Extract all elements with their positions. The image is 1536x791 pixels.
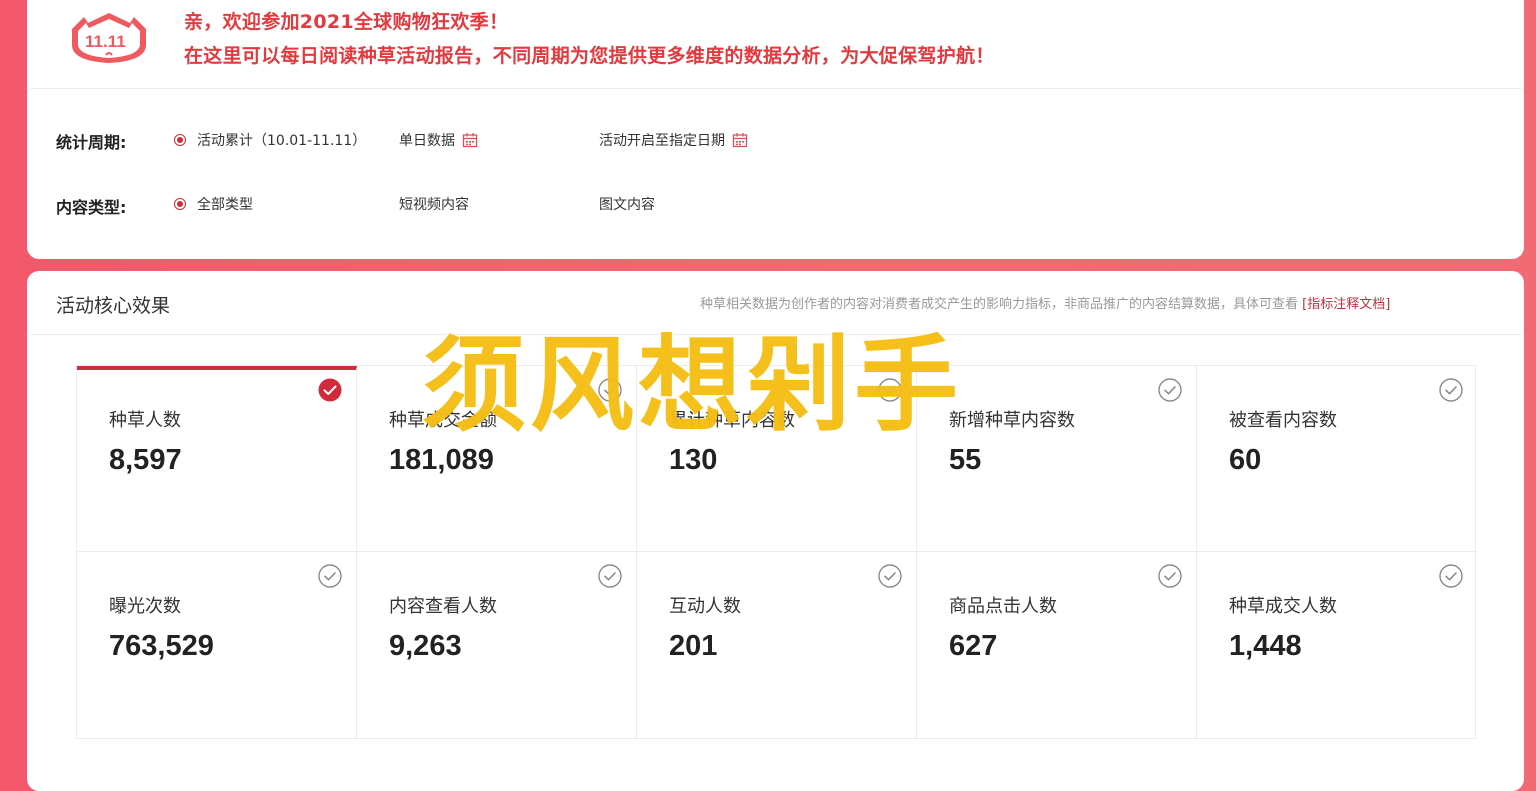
- check-circle-filled-icon[interactable]: [318, 378, 342, 402]
- welcome-subtitle: 在这里可以每日阅读种草活动报告，不同周期为您提供更多维度的数据分析，为大促保驾护…: [184, 45, 995, 67]
- calendar-icon[interactable]: [732, 132, 748, 148]
- metric-label: 互动人数: [669, 596, 741, 617]
- check-circle-icon[interactable]: [1158, 564, 1182, 588]
- content-type-option-video-label: 短视频内容: [399, 197, 469, 213]
- double-eleven-logo: 11.11: [72, 13, 146, 63]
- content-type-option-image-text[interactable]: 图文内容: [599, 194, 655, 214]
- welcome-title: 亲，欢迎参加2021全球购物狂欢季！: [184, 11, 509, 33]
- metric-value: 60: [1229, 444, 1262, 476]
- calendar-icon[interactable]: [462, 132, 478, 148]
- metric-value: 201: [669, 630, 718, 662]
- period-filter-label: 统计周期:: [56, 133, 127, 152]
- check-circle-icon[interactable]: [1439, 378, 1463, 402]
- watermark-text: 须风想剁手: [422, 324, 963, 446]
- metric-label: 被查看内容数: [1229, 410, 1337, 431]
- content-type-option-image-text-label: 图文内容: [599, 197, 655, 213]
- metric-card-seeding-buyers[interactable]: 种草成交人数 1,448: [1197, 552, 1477, 738]
- metric-docs-link[interactable]: [指标注释文档]: [1302, 297, 1390, 312]
- check-circle-icon[interactable]: [598, 564, 622, 588]
- period-option-custom-date[interactable]: 活动开启至指定日期: [599, 130, 748, 150]
- radio-selected[interactable]: [174, 198, 186, 210]
- period-option-daily-label: 单日数据: [399, 133, 455, 149]
- period-option-cumulative[interactable]: 活动累计（10.01-11.11）: [174, 130, 366, 150]
- metric-card-seeding-users[interactable]: 种草人数 8,597: [77, 366, 357, 552]
- content-type-option-video[interactable]: 短视频内容: [399, 194, 469, 214]
- content-type-filter-label: 内容类型:: [56, 198, 127, 217]
- divider: [30, 88, 1522, 89]
- check-circle-icon[interactable]: [1439, 564, 1463, 588]
- metric-card-impressions[interactable]: 曝光次数 763,529: [77, 552, 357, 738]
- period-option-cumulative-label: 活动累计（10.01-11.11）: [197, 133, 367, 149]
- metric-value: 763,529: [109, 630, 214, 662]
- metric-card-interacting-users[interactable]: 互动人数 201: [637, 552, 917, 738]
- metric-label: 新增种草内容数: [949, 410, 1075, 431]
- metric-label: 种草人数: [109, 410, 181, 431]
- period-option-daily[interactable]: 单日数据: [399, 130, 478, 150]
- check-circle-icon[interactable]: [318, 564, 342, 588]
- period-option-custom-date-label: 活动开启至指定日期: [599, 133, 725, 149]
- metric-card-viewed-content[interactable]: 被查看内容数 60: [1197, 366, 1477, 552]
- section-title: 活动核心效果: [56, 295, 171, 317]
- metric-value: 8,597: [109, 444, 182, 476]
- metric-value: 1,448: [1229, 630, 1302, 662]
- content-type-option-all[interactable]: 全部类型: [174, 194, 253, 214]
- metric-label: 种草成交人数: [1229, 596, 1337, 617]
- check-circle-icon[interactable]: [878, 564, 902, 588]
- metric-label: 内容查看人数: [389, 596, 497, 617]
- metric-label: 商品点击人数: [949, 596, 1057, 617]
- svg-text:11.11: 11.11: [85, 32, 126, 51]
- metric-label: 曝光次数: [109, 596, 181, 617]
- metric-card-content-viewers[interactable]: 内容查看人数 9,263: [357, 552, 637, 738]
- metric-value: 9,263: [389, 630, 462, 662]
- content-type-option-all-label: 全部类型: [197, 197, 253, 213]
- check-circle-icon[interactable]: [1158, 378, 1182, 402]
- metric-value: 627: [949, 630, 998, 662]
- metric-card-product-clickers[interactable]: 商品点击人数 627: [917, 552, 1197, 738]
- radio-selected[interactable]: [174, 134, 186, 146]
